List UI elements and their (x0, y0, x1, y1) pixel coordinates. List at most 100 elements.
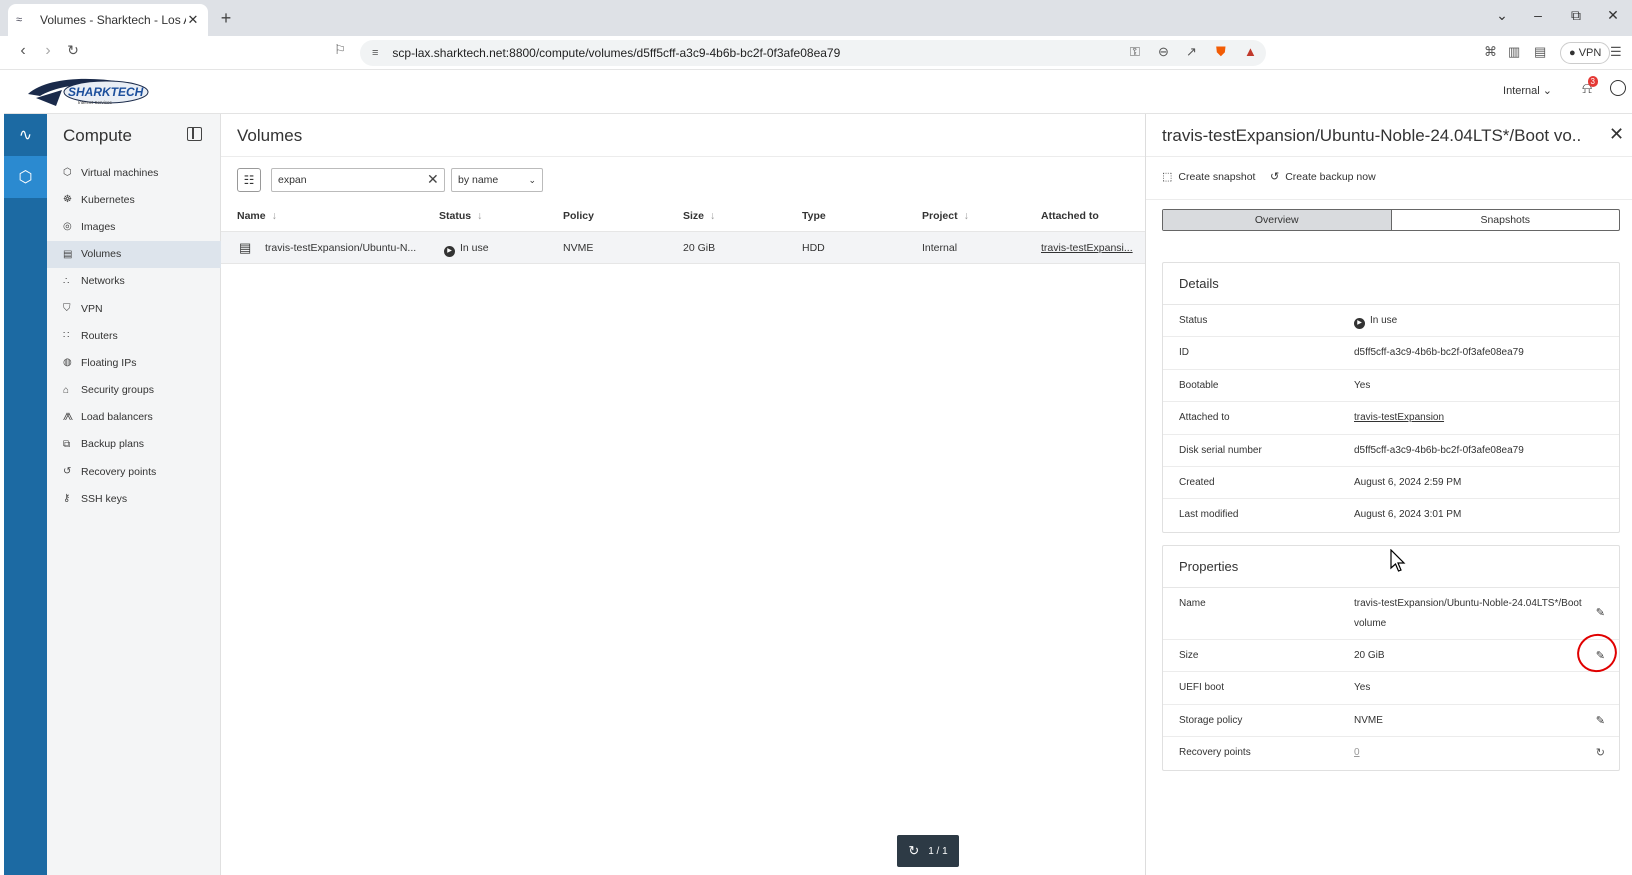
collapse-sidebar-icon[interactable] (187, 127, 202, 141)
vpn-button[interactable]: ● VPN (1560, 42, 1611, 64)
brave-shield-icon[interactable]: ⛊ (1216, 44, 1226, 60)
tab-snapshots[interactable]: Snapshots (1392, 210, 1620, 230)
site-info-icon[interactable]: ≡ (372, 47, 378, 59)
reload-icon[interactable]: ↻ (63, 42, 83, 59)
helm-icon: ☸ (63, 194, 72, 206)
compute-cube-icon[interactable]: ⬡ (4, 156, 47, 198)
column-label: Attached to (1041, 210, 1099, 222)
new-tab-button[interactable]: + (216, 8, 236, 28)
bookmark-icon[interactable]: ⚐ (330, 42, 350, 58)
filter-button[interactable]: ☷ (237, 168, 261, 192)
brave-rewards-icon[interactable]: ▲ (1244, 44, 1257, 59)
address-bar[interactable]: ≡ scp-lax.sharktech.net:8800/compute/vol… (360, 40, 1266, 66)
shield-icon: ⛉ (63, 303, 71, 315)
table-row[interactable]: ▤ travis-testExpansion/Ubuntu-N... ▶ In u… (221, 232, 1145, 264)
wallet-icon[interactable]: ▤ (1534, 44, 1546, 60)
property-label: Size (1179, 650, 1199, 661)
detail-row: Last modified August 6, 2024 3:01 PM (1163, 499, 1619, 531)
create-snapshot-button[interactable]: ⬚ Create snapshot (1162, 170, 1256, 184)
detail-row: Created August 6, 2024 2:59 PM (1163, 467, 1619, 500)
recovery-points-link[interactable]: 0 (1354, 737, 1360, 769)
clear-search-icon[interactable]: ✕ (427, 171, 439, 188)
globe-icon: ◍ (63, 357, 72, 369)
sidebar-item-recovery-points[interactable]: ↺ Recovery points (47, 458, 221, 485)
panel-title: travis-testExpansion/Ubuntu-Noble-24.04L… (1162, 126, 1582, 145)
column-size[interactable]: Size ↓ (683, 200, 715, 232)
sidebar-item-load-balancers[interactable]: ⨇ Load balancers (47, 404, 221, 431)
detail-label: ID (1179, 347, 1189, 359)
row-attached-link[interactable]: travis-testExpansi... (1041, 232, 1137, 264)
key-icon: ⚷ (63, 493, 71, 505)
sidebar-item-label: Routers (81, 329, 118, 342)
menu-icon[interactable]: ☰ (1610, 44, 1622, 60)
app-rail: ∿ ⬡ (4, 114, 47, 875)
user-icon[interactable] (1610, 80, 1626, 96)
sidebar-item-label: Backup plans (81, 438, 145, 451)
key-icon[interactable]: ⚿ (1130, 44, 1140, 60)
sidebar-item-backup-plans[interactable]: ⧉ Backup plans (47, 431, 221, 458)
column-label: Status (439, 210, 472, 222)
create-backup-button[interactable]: ↺ Create backup now (1270, 170, 1376, 184)
detail-value: d5ff5cff-a3c9-4b6b-bc2f-0f3afe08ea79 (1354, 444, 1524, 456)
row-name[interactable]: travis-testExpansion/Ubuntu-N... (265, 232, 425, 264)
sort-arrow-icon: ↓ (963, 210, 969, 222)
sharktech-logo[interactable]: SHARKTECH Internet Services (26, 72, 152, 112)
sidebar-toggle-icon[interactable]: ▥ (1508, 44, 1520, 60)
close-icon[interactable]: ✕ (1609, 124, 1624, 145)
tab-search-icon[interactable]: ⌄ (1492, 7, 1512, 24)
detail-label: Disk serial number (1179, 444, 1262, 456)
column-status[interactable]: Status ↓ (439, 200, 482, 232)
sidebar-item-kubernetes[interactable]: ☸ Kubernetes (47, 186, 221, 213)
extensions-icon[interactable]: ⌘ (1484, 44, 1497, 60)
sidebar-item-ssh-keys[interactable]: ⚷ SSH keys (47, 485, 221, 512)
column-label: Size (683, 210, 705, 222)
property-row: Storage policy NVME ✎ (1163, 705, 1619, 738)
row-policy: NVME (563, 242, 594, 254)
zoom-icon[interactable]: ⊖ (1158, 44, 1169, 60)
sidebar-item-label: Kubernetes (81, 193, 135, 206)
monitoring-icon[interactable]: ∿ (4, 114, 47, 156)
attached-vm-link[interactable]: travis-testExpansion (1354, 402, 1444, 434)
sidebar-item-routers[interactable]: ∷ Routers (47, 322, 221, 349)
column-label: Type (802, 210, 826, 222)
snapshot-icon: ⬚ (1162, 171, 1173, 183)
sidebar-item-security-groups[interactable]: ⌂ Security groups (47, 377, 221, 404)
vpn-label: VPN (1578, 47, 1602, 59)
restore-button[interactable]: ⧉ (1566, 7, 1586, 24)
share-icon[interactable]: ↗ (1186, 44, 1197, 60)
property-row: Recovery points 0 ↻ (1163, 737, 1619, 769)
close-window-button[interactable]: ✕ (1603, 7, 1623, 24)
sidebar-item-vpn[interactable]: ⛉ VPN (47, 295, 221, 322)
sidebar-item-label: Volumes (81, 248, 122, 261)
sidebar-item-label: Load balancers (81, 411, 153, 424)
close-tab-icon[interactable]: ✕ (186, 12, 200, 28)
column-name[interactable]: Name ↓ (237, 200, 277, 232)
sidebar-item-floating-ips[interactable]: ◍ Floating IPs (47, 349, 221, 376)
refresh-icon[interactable]: ↻ (908, 843, 919, 859)
project-label: Internal (1503, 85, 1540, 97)
detail-value: August 6, 2024 3:01 PM (1354, 509, 1462, 521)
column-label: Policy (563, 210, 594, 222)
search-input[interactable] (271, 168, 445, 192)
sort-select[interactable]: by name ⌄ (451, 168, 543, 192)
detail-label: Created (1179, 476, 1215, 488)
minimize-button[interactable]: – (1528, 7, 1548, 23)
sidebar-item-images[interactable]: ◎ Images (47, 213, 221, 240)
sidebar-item-networks[interactable]: ∴ Networks (47, 268, 221, 295)
status-text: In use (460, 242, 489, 254)
detail-row: Status ▶ In use (1163, 305, 1619, 338)
action-label: Create snapshot (1178, 170, 1256, 183)
sidebar-nav: ⬡ Virtual machines ☸ Kubernetes ◎ Images ▤ V… (47, 159, 221, 512)
browser-tab[interactable]: ≈ Volumes - Sharktech - Los Ange ✕ (8, 4, 208, 36)
project-selector[interactable]: Internal ⌄ (1503, 84, 1552, 97)
refresh-icon[interactable]: ↻ (1596, 746, 1605, 759)
edit-name-pencil-icon[interactable]: ✎ (1596, 606, 1605, 619)
back-icon[interactable]: ‹ (13, 42, 33, 60)
sidebar-item-volumes[interactable]: ▤ Volumes (47, 240, 221, 268)
column-project[interactable]: Project ↓ (922, 200, 969, 232)
forward-icon[interactable]: › (38, 42, 58, 60)
sidebar-item-virtual-machines[interactable]: ⬡ Virtual machines (47, 159, 221, 186)
tab-overview[interactable]: Overview (1163, 210, 1392, 230)
sort-label: by name (458, 174, 499, 186)
edit-policy-pencil-icon[interactable]: ✎ (1596, 714, 1605, 727)
